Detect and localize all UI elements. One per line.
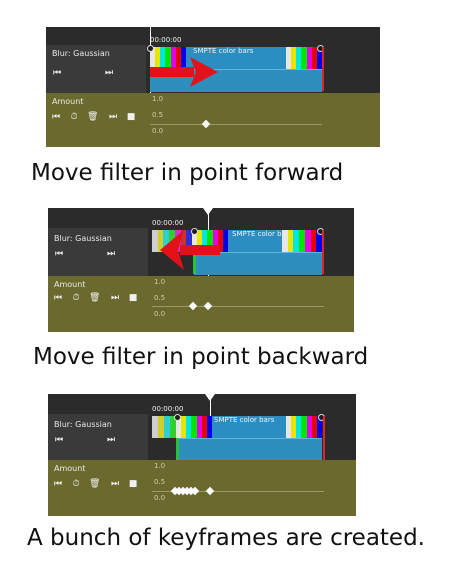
scale-low: 0.0 [154, 494, 166, 502]
stop-icon[interactable]: ■ [126, 113, 136, 122]
timecode-label: 00:00:00 [152, 219, 184, 227]
filter-in-handle[interactable] [174, 414, 181, 421]
stopwatch-icon[interactable]: ⏱ [69, 113, 79, 122]
filter-in-marker [176, 438, 179, 460]
keyframe-curve [152, 306, 324, 307]
clip-end-marker [323, 416, 325, 460]
color-bars-thumb-mid [176, 416, 212, 438]
scale-mid: 0.5 [154, 294, 166, 302]
scale-mid: 0.5 [154, 478, 166, 486]
param-name-label: Amount [54, 464, 86, 473]
filter-name-label: Blur: Gaussian [54, 234, 112, 243]
red-arrow-left-icon [160, 230, 220, 270]
keyframe-next-icon[interactable]: ⏭ [110, 294, 120, 303]
caption-3: A bunch of keyframes are created. [27, 525, 425, 551]
scale-mid: 0.5 [152, 111, 164, 119]
keyframe-next-icon[interactable]: ⏭ [108, 113, 118, 122]
scale-high: 1.0 [154, 462, 166, 470]
stop-icon[interactable]: ■ [128, 294, 138, 303]
timecode-label: 00:00:00 [152, 405, 184, 413]
stop-icon[interactable]: ■ [128, 480, 138, 489]
stopwatch-icon[interactable]: ⏱ [71, 480, 81, 489]
caption-2: Move filter in point backward [33, 344, 369, 370]
filter-name-label: Blur: Gaussian [52, 49, 110, 58]
param-name-label: Amount [52, 97, 84, 106]
timecode-label: 00:00:00 [150, 36, 182, 44]
scale-low: 0.0 [152, 127, 164, 135]
timeline-panel-2: Blur: Gaussian ⏮ ⏭ Amount ⏮ ⏱ 🗑 ⏭ ■ 00:0… [48, 208, 354, 332]
trash-icon[interactable]: 🗑 [87, 113, 98, 122]
clip-end-marker [322, 230, 324, 274]
seek-end-icon[interactable]: ⏭ [106, 250, 116, 259]
seek-start-icon[interactable]: ⏮ [54, 436, 64, 445]
scale-high: 1.0 [152, 95, 164, 103]
clip-end-marker [322, 47, 324, 91]
red-arrow-right-icon [150, 57, 218, 87]
keyframe-next-icon[interactable]: ⏭ [110, 480, 120, 489]
seek-end-icon[interactable]: ⏭ [106, 436, 116, 445]
scale-low: 0.0 [154, 310, 166, 318]
keyframe-track [146, 93, 380, 147]
scale-high: 1.0 [154, 278, 166, 286]
filter-in-handle[interactable] [147, 45, 154, 52]
clip-title: SMPTE color bars [214, 416, 275, 424]
keyframe-prev-icon[interactable]: ⏮ [51, 113, 61, 122]
keyframe-track [148, 276, 354, 332]
color-bars-thumb-right [286, 416, 322, 438]
keyframe-prev-icon[interactable]: ⏮ [53, 480, 63, 489]
seek-start-icon[interactable]: ⏮ [52, 69, 62, 78]
seek-start-icon[interactable]: ⏮ [54, 250, 64, 259]
timeline-panel-1: Blur: Gaussian ⏮ ⏭ Amount ⏮ ⏱ 🗑 ⏭ ■ 00:0… [46, 27, 380, 147]
keyframe-curve [150, 124, 322, 125]
trash-icon[interactable]: 🗑 [89, 294, 100, 303]
clip-title: SMPTE color bars [193, 47, 254, 55]
param-name-label: Amount [54, 280, 86, 289]
color-bars-thumb-right [282, 230, 323, 252]
stopwatch-icon[interactable]: ⏱ [71, 294, 81, 303]
keyframe-prev-icon[interactable]: ⏮ [53, 294, 63, 303]
timeline-panel-3: Blur: Gaussian ⏮ ⏭ Amount ⏮ ⏱ 🗑 ⏭ ■ 00:0… [48, 394, 356, 516]
color-bars-thumb-left [152, 416, 176, 438]
caption-1: Move filter in point forward [31, 160, 344, 186]
filter-name-label: Blur: Gaussian [54, 420, 112, 429]
seek-end-icon[interactable]: ⏭ [104, 69, 114, 78]
trash-icon[interactable]: 🗑 [89, 480, 100, 489]
filter-track[interactable] [178, 438, 322, 461]
